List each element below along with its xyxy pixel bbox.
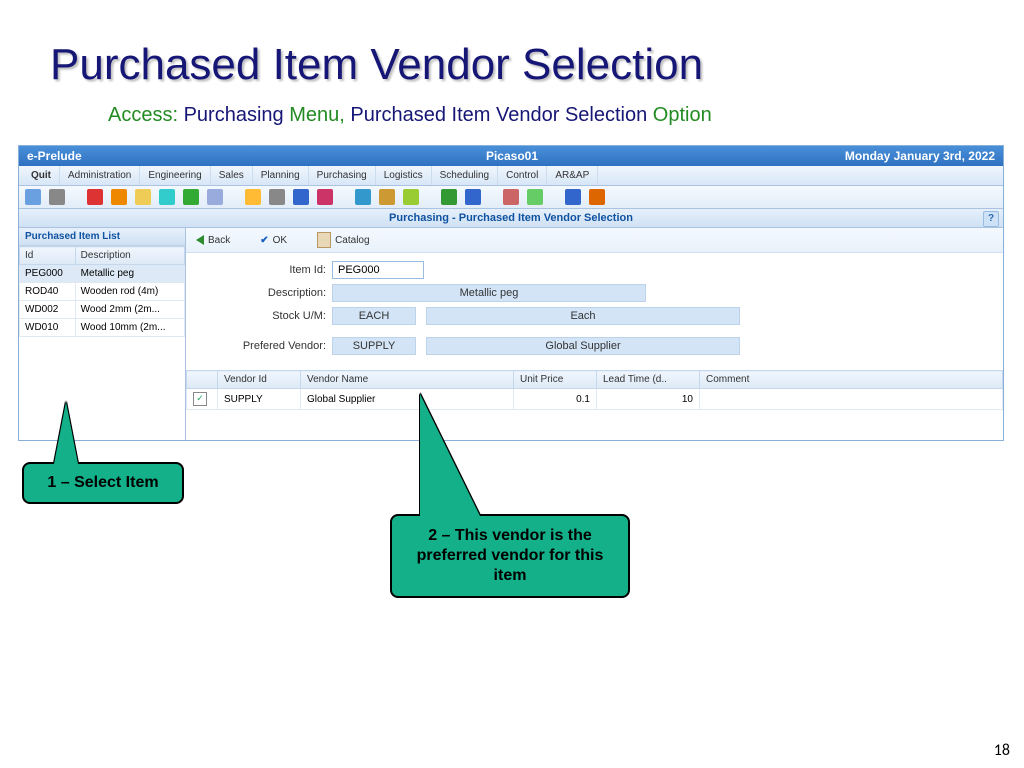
up-icon[interactable] [589, 189, 605, 205]
clock-icon[interactable] [207, 189, 223, 205]
vendor-code: SUPPLY [332, 337, 416, 355]
user2-icon[interactable] [527, 189, 543, 205]
vendor-name: Global Supplier [426, 337, 740, 355]
callout-preferred-vendor: 2 – This vendor is the preferred vendor … [390, 514, 630, 598]
item-row[interactable]: WD010Wood 10mm (2m... [20, 319, 185, 337]
stock-label: Stock U/M: [196, 310, 332, 322]
money-icon[interactable] [441, 189, 457, 205]
menu-quit[interactable]: Quit [23, 166, 60, 185]
home-icon[interactable] [25, 189, 41, 205]
box-icon[interactable] [379, 189, 395, 205]
catalog-label: Catalog [335, 235, 369, 246]
item-list-title: Purchased Item List [19, 228, 185, 246]
access-path-2: Purchased Item Vendor Selection [350, 104, 647, 126]
vendor-grid[interactable]: Vendor IdVendor NameUnit PriceLead Time … [186, 370, 1003, 410]
pie-icon[interactable] [317, 189, 333, 205]
vendor-col-5[interactable]: Comment [700, 371, 1003, 389]
section-title-text: Purchasing - Purchased Item Vendor Selec… [389, 212, 633, 224]
menu-logistics[interactable]: Logistics [376, 166, 432, 185]
callout-select-item: 1 – Select Item [22, 462, 184, 504]
access-label: Access: [108, 104, 178, 126]
slide-title: Purchased Item Vendor Selection [50, 40, 974, 90]
menu-arap[interactable]: AR&AP [547, 166, 598, 185]
vendor-col-1[interactable]: Vendor Id [218, 371, 301, 389]
green-icon[interactable] [183, 189, 199, 205]
vendor-col-0[interactable] [187, 371, 218, 389]
vendor-col-2[interactable]: Vendor Name [301, 371, 514, 389]
description-label: Description: [196, 287, 332, 299]
box2-icon[interactable] [403, 189, 419, 205]
section-title: Purchasing - Purchased Item Vendor Selec… [19, 209, 1003, 228]
stock-desc: Each [426, 307, 740, 325]
menu-sales[interactable]: Sales [211, 166, 253, 185]
item-id-input[interactable] [332, 261, 424, 279]
back-button[interactable]: Back [196, 235, 230, 246]
grid-icon[interactable] [269, 189, 285, 205]
check-icon: ✔ [260, 235, 268, 246]
help-icon[interactable] [565, 189, 581, 205]
menu-control[interactable]: Control [498, 166, 547, 185]
item-row[interactable]: PEG000Metallic peg [20, 265, 185, 283]
folder-icon[interactable] [135, 189, 151, 205]
menu-scheduling[interactable]: Scheduling [432, 166, 498, 185]
menu-bar: QuitAdministrationEngineeringSalesPlanni… [19, 166, 1003, 186]
item-row[interactable]: ROD40Wooden rod (4m) [20, 283, 185, 301]
access-option-word: Option [653, 104, 712, 126]
card-icon[interactable] [465, 189, 481, 205]
app-titlebar: e-Prelude Picaso01 Monday January 3rd, 2… [19, 146, 1003, 166]
callout-1-text: 1 – Select Item [47, 474, 158, 491]
access-line: Access: Purchasing Menu, Purchased Item … [108, 104, 974, 127]
vendor-row[interactable]: ✓SUPPLYGlobal Supplier0.110 [187, 389, 1003, 410]
cart-icon[interactable] [355, 189, 371, 205]
back-label: Back [208, 235, 230, 246]
help-icon[interactable]: ? [983, 211, 999, 227]
main-panel: Back ✔ OK Catalog Item Id: Description: M… [186, 228, 1003, 440]
cyan-icon[interactable] [159, 189, 175, 205]
menu-administration[interactable]: Administration [60, 166, 140, 185]
ok-button[interactable]: ✔ OK [260, 235, 287, 246]
vendor-col-4[interactable]: Lead Time (d.. [597, 371, 700, 389]
description-value: Metallic peg [332, 284, 646, 302]
action-bar: Back ✔ OK Catalog [186, 228, 1003, 253]
callout-2-text: 2 – This vendor is the preferred vendor … [417, 527, 604, 584]
access-menu-word: Menu, [289, 104, 345, 126]
sun-icon[interactable] [245, 189, 261, 205]
item-id-label: Item Id: [196, 264, 332, 276]
red-icon[interactable] [87, 189, 103, 205]
app-user: Picaso01 [0, 149, 1024, 163]
back-arrow-icon [196, 235, 204, 245]
item-list-grid[interactable]: Id Description PEG000Metallic pegROD40Wo… [19, 246, 185, 337]
item-row[interactable]: WD002Wood 2mm (2m... [20, 301, 185, 319]
page-number: 18 [994, 741, 1010, 760]
callout-tail [54, 402, 78, 464]
vendor-col-3[interactable]: Unit Price [514, 371, 597, 389]
vendor-check-icon[interactable]: ✓ [193, 392, 207, 406]
menu-planning[interactable]: Planning [253, 166, 309, 185]
ok-label: OK [273, 235, 287, 246]
item-form: Item Id: Description: Metallic peg Stock… [186, 253, 1003, 366]
catalog-button[interactable]: Catalog [317, 232, 369, 248]
menu-purchasing[interactable]: Purchasing [309, 166, 376, 185]
access-path-1: Purchasing [184, 104, 284, 126]
col-id[interactable]: Id [20, 247, 76, 265]
app-window: e-Prelude Picaso01 Monday January 3rd, 2… [18, 145, 1004, 441]
orange-icon[interactable] [111, 189, 127, 205]
stock-code: EACH [332, 307, 416, 325]
print-icon[interactable] [49, 189, 65, 205]
user-icon[interactable] [503, 189, 519, 205]
item-list-panel: Purchased Item List Id Description PEG00… [19, 228, 186, 440]
menu-engineering[interactable]: Engineering [140, 166, 210, 185]
bars-icon[interactable] [293, 189, 309, 205]
vendor-label: Prefered Vendor: [196, 340, 332, 352]
toolbar [19, 186, 1003, 209]
col-desc[interactable]: Description [75, 247, 184, 265]
callout-tail [420, 394, 480, 516]
catalog-icon [317, 232, 331, 248]
